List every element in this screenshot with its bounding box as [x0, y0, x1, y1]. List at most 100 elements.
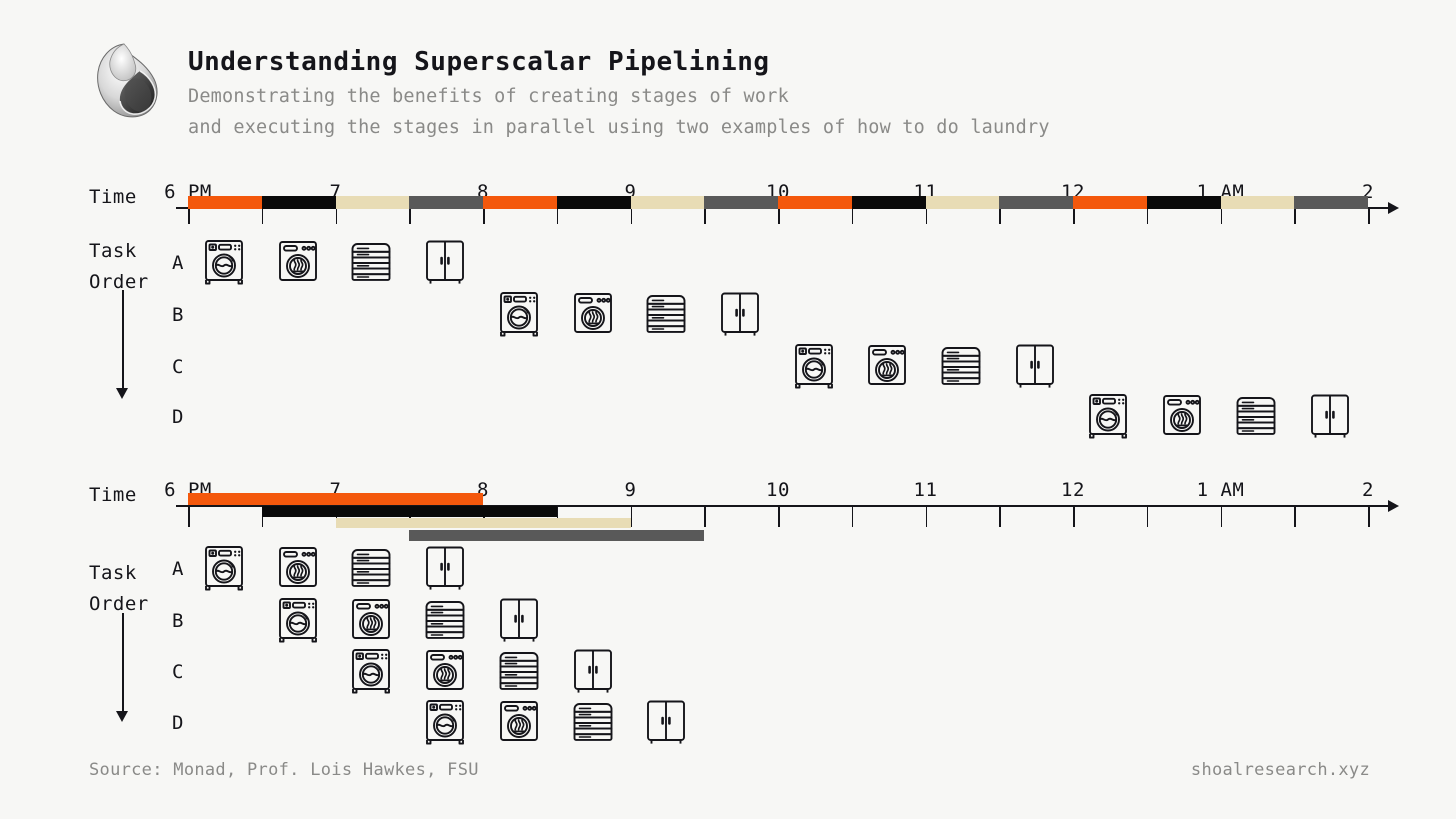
folded-laundry-icon [348, 544, 394, 592]
dryer-icon [422, 647, 468, 695]
stage-segment-wash [188, 196, 262, 209]
pipeline-bar-fold [335, 518, 631, 528]
header: Understanding Superscalar Pipelining Dem… [0, 0, 1456, 150]
row-letter-p-d: D [172, 712, 184, 734]
wardrobe-icon [422, 544, 468, 592]
axis-tick [778, 507, 780, 527]
stage-segment-store [409, 196, 483, 209]
folded-laundry-icon [570, 698, 616, 746]
stage-segment-fold [925, 196, 1000, 209]
wardrobe-icon [422, 238, 468, 286]
stage-segment-store [1294, 196, 1368, 209]
task-order-arrow-head-1 [116, 388, 128, 399]
axis-tick [483, 209, 485, 224]
axis-tick [999, 209, 1001, 224]
washing-machine-icon [201, 544, 247, 592]
axis-tick [925, 507, 928, 527]
footer-site-link[interactable]: shoalresearch.xyz [1191, 760, 1370, 780]
axis-tick [630, 209, 633, 224]
washing-machine-icon [496, 290, 542, 338]
task-order-label-2: Task Order [89, 558, 149, 620]
row-letter-p-b: B [172, 610, 184, 632]
row-letter-a: A [172, 252, 184, 274]
axis-arrow-head [1388, 202, 1399, 214]
row-letter-p-a: A [172, 558, 184, 580]
dryer-icon [348, 596, 394, 644]
task-order-line2: Order [89, 271, 149, 293]
axis-tick [1294, 209, 1296, 224]
axis-tick-label: 10 [766, 479, 790, 501]
row-letter-b: B [172, 304, 184, 326]
axis-tick [188, 209, 190, 224]
task-order-arrow-line-1 [122, 290, 124, 390]
axis-tick [630, 507, 633, 527]
row-letter-p-c: C [172, 661, 184, 683]
stage-segment-dry [851, 196, 926, 209]
pipeline-bar-store [409, 530, 705, 541]
axis-tick [188, 507, 190, 527]
folded-laundry-icon [496, 647, 542, 695]
stage-segment-fold [335, 196, 410, 209]
axis-tick [1146, 507, 1149, 527]
wardrobe-icon [570, 647, 616, 695]
folded-laundry-icon [422, 596, 468, 644]
washing-machine-icon [275, 596, 321, 644]
axis-tick-label: 9 [624, 479, 637, 501]
sequential-laundry-chart: Time Task Order 6 PM 7 8 9 10 11 12 1 AM 2 ABCD [0, 160, 1456, 440]
dryer-icon [496, 698, 542, 746]
axis-tick [1073, 209, 1075, 224]
pipeline-bar-dry [261, 506, 557, 517]
row-letter-d: D [172, 406, 184, 428]
dryer-icon [275, 544, 321, 592]
washing-machine-icon [348, 647, 394, 695]
washing-machine-icon [201, 238, 247, 286]
axis-tick [409, 209, 411, 224]
axis-tick [1294, 507, 1296, 527]
stage-segment-dry [261, 196, 336, 209]
axis-tick [335, 209, 338, 224]
stage-segment-store [999, 196, 1073, 209]
axis-tick [1073, 507, 1075, 527]
dryer-icon [864, 342, 910, 390]
stage-segment-fold [1220, 196, 1295, 209]
shell-logo [88, 40, 164, 122]
task-order-line2-b: Order [89, 593, 149, 615]
axis-tick-label: 11 [913, 479, 938, 501]
axis-tick [925, 209, 928, 224]
infographic-root: Understanding Superscalar Pipelining Dem… [0, 0, 1456, 819]
wardrobe-icon [643, 698, 689, 746]
task-order-arrow-head-2 [116, 711, 128, 722]
stage-segment-fold [630, 196, 705, 209]
folded-laundry-icon [1233, 392, 1279, 440]
washing-machine-icon [422, 698, 468, 746]
axis-tick [261, 209, 264, 224]
dryer-icon [275, 238, 321, 286]
axis-tick-label: 1 AM [1196, 479, 1245, 501]
wardrobe-icon [717, 290, 763, 338]
axis-tick [1220, 507, 1223, 527]
wardrobe-icon [1012, 342, 1058, 390]
axis-tick [704, 507, 706, 527]
stage-segment-dry [1146, 196, 1221, 209]
stage-segment-wash [483, 196, 557, 209]
stage-segment-wash [1073, 196, 1147, 209]
stage-segment-store [704, 196, 778, 209]
axis-tick [851, 209, 854, 224]
page-title: Understanding Superscalar Pipelining [188, 47, 770, 77]
washing-machine-icon [1085, 392, 1131, 440]
pipeline-bar-wash [188, 493, 483, 505]
axis-tick [1368, 507, 1370, 527]
folded-laundry-icon [348, 238, 394, 286]
axis-tick-label: 12 [1061, 479, 1085, 501]
dryer-icon [1159, 392, 1205, 440]
row-letter-c: C [172, 356, 184, 378]
stage-segment-dry [556, 196, 631, 209]
stage-segment-wash [778, 196, 852, 209]
axis-tick [1146, 209, 1149, 224]
axis-tick [999, 507, 1001, 527]
wardrobe-icon [1307, 392, 1353, 440]
footer-source: Source: Monad, Prof. Lois Hawkes, FSU [89, 760, 479, 780]
axis-tick [851, 507, 854, 527]
axis-arrow-head [1388, 500, 1399, 512]
axis-tick [1368, 209, 1370, 224]
